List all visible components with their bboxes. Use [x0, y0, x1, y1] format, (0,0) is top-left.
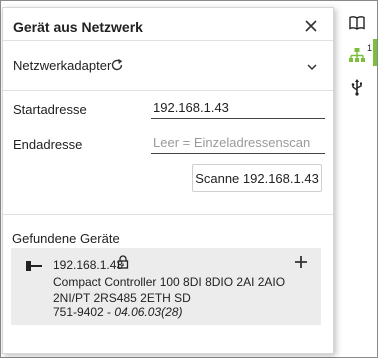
plus-icon — [295, 256, 307, 268]
start-address-input[interactable] — [151, 96, 325, 119]
start-address-label: Startadresse — [13, 102, 87, 117]
lock-icon — [117, 255, 129, 269]
found-devices-title: Gefundene Geräte — [12, 231, 120, 246]
divider — [3, 90, 333, 91]
divider — [3, 40, 333, 41]
device-article-version: 751-9402 - 04.06.03(28) — [53, 305, 182, 319]
add-device-button[interactable] — [293, 254, 309, 270]
end-address-input[interactable] — [151, 131, 325, 154]
end-address-label: Endadresse — [13, 137, 83, 152]
usb-icon[interactable] — [348, 78, 366, 96]
network-adapter-label: Netzwerkadapter — [13, 58, 112, 73]
divider — [3, 214, 333, 215]
device-firmware-version: 04.06.03(28) — [114, 305, 183, 319]
close-button[interactable] — [301, 16, 321, 36]
device-ip: 192.168.1.43 — [53, 258, 124, 272]
scan-button[interactable]: Scanne 192.168.1.43 — [192, 164, 322, 192]
active-indicator — [373, 39, 377, 66]
network-adapter-select[interactable]: Netzwerkadapter — [13, 54, 319, 78]
close-icon — [305, 20, 317, 32]
device-article: 751-9402 - — [53, 305, 115, 319]
device-name: Compact Controller 100 8DI 8DIO 2AI 2AIO… — [53, 275, 286, 305]
network-icon[interactable] — [348, 47, 366, 65]
dialog-title: Gerät aus Netzwerk — [13, 19, 143, 35]
network-count-badge: 1 — [367, 43, 373, 53]
device-icon — [26, 261, 42, 271]
chevron-down-icon[interactable] — [305, 60, 319, 74]
refresh-icon[interactable] — [110, 58, 124, 72]
book-icon[interactable] — [348, 14, 366, 32]
